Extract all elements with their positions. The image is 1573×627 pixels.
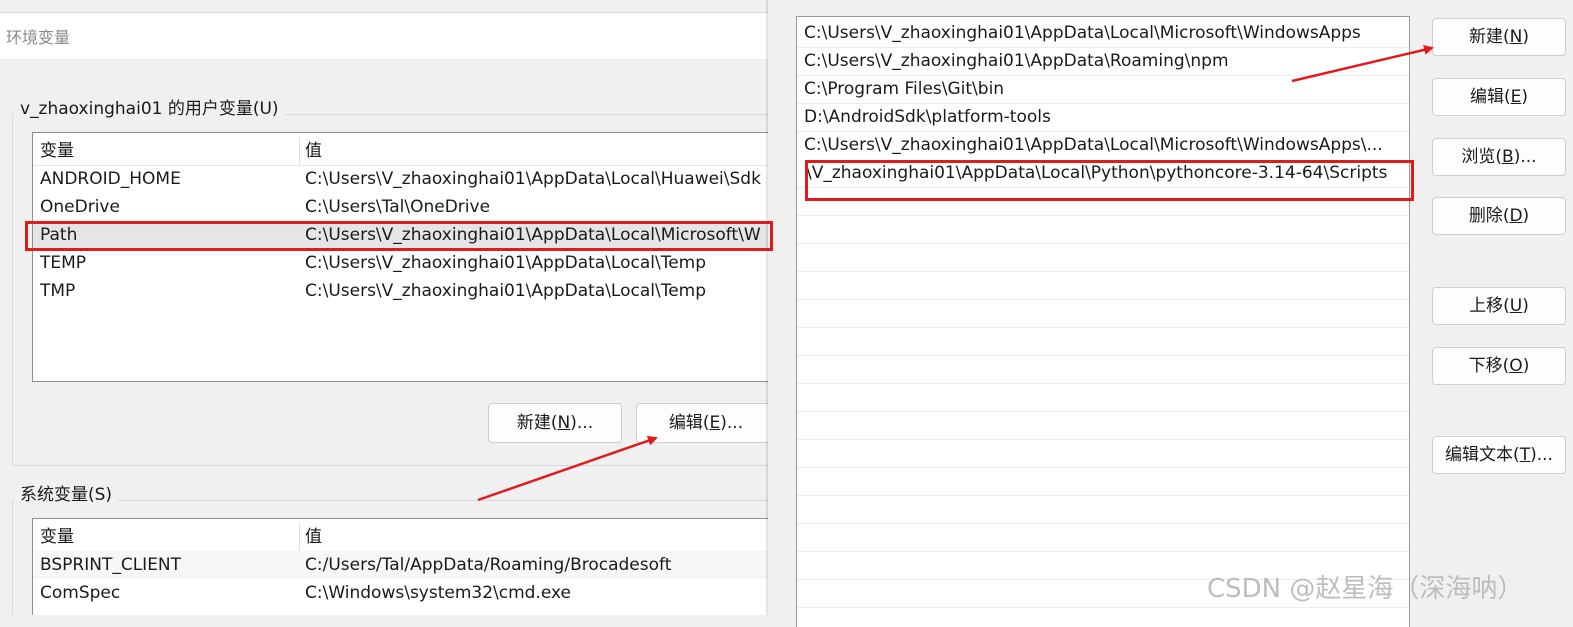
- system-variable-row-bsprint-client[interactable]: BSPRINT_CLIENT C:/Users/Tal/AppData/Roam…: [33, 551, 768, 579]
- path-entry[interactable]: C:\Users\V_zhaoxinghai01\AppData\Local\M…: [797, 19, 1409, 48]
- path-edit-button[interactable]: 编辑(E): [1432, 78, 1566, 116]
- user-variable-row-onedrive[interactable]: OneDrive C:\Users\Tal\OneDrive: [33, 193, 768, 221]
- variable-name: ComSpec: [40, 583, 121, 603]
- variable-value: C:\Users\V_zhaoxinghai01\AppData\Local\T…: [305, 281, 707, 301]
- user-variable-row-path[interactable]: Path C:\Users\V_zhaoxinghai01\AppData\Lo…: [33, 221, 768, 249]
- path-entry-empty[interactable]: [797, 439, 1409, 468]
- system-variables-header: 变量 值: [33, 523, 768, 552]
- path-entry-empty[interactable]: [797, 271, 1409, 300]
- variable-value: C:\Windows\system32\cmd.exe: [305, 583, 572, 603]
- variable-name: ANDROID_HOME: [40, 169, 181, 189]
- variable-value: C:\Users\V_zhaoxinghai01\AppData\Local\M…: [305, 225, 761, 245]
- variable-value: C:\Users\Tal\OneDrive: [305, 197, 491, 217]
- user-edit-button[interactable]: 编辑(E)...: [636, 403, 768, 443]
- path-entry-empty[interactable]: [797, 215, 1409, 244]
- path-browse-button[interactable]: 浏览(B)...: [1432, 138, 1566, 176]
- path-entry-empty[interactable]: [797, 523, 1409, 552]
- path-entry[interactable]: C:\Users\V_zhaoxinghai01\AppData\Local\M…: [797, 131, 1409, 160]
- path-entry-empty[interactable]: [797, 187, 1409, 216]
- path-entry-empty[interactable]: [797, 495, 1409, 524]
- column-header-variable[interactable]: 变量: [40, 523, 74, 551]
- column-header-variable[interactable]: 变量: [40, 137, 74, 165]
- system-variables-list[interactable]: 变量 值 BSPRINT_CLIENT C:/Users/Tal/AppData…: [32, 518, 768, 615]
- column-header-value[interactable]: 值: [305, 523, 322, 551]
- path-entry[interactable]: C:\Users\V_zhaoxinghai01\AppData\Roaming…: [797, 47, 1409, 76]
- system-variables-group-title: 系统变量(S): [14, 480, 119, 505]
- path-entry-empty[interactable]: [797, 383, 1409, 412]
- dialog-title: 环境变量: [6, 28, 71, 47]
- path-entries-list[interactable]: C:\Users\V_zhaoxinghai01\AppData\Local\M…: [796, 16, 1410, 627]
- path-entry-edit-input[interactable]: \V_zhaoxinghai01\AppData\Local\Python\py…: [806, 159, 1387, 187]
- user-variables-list[interactable]: 变量 值 ANDROID_HOME C:\Users\V_zhaoxinghai…: [32, 132, 768, 382]
- path-entry[interactable]: D:\AndroidSdk\platform-tools: [797, 103, 1409, 132]
- variable-name: TEMP: [40, 253, 87, 273]
- user-variable-row-android-home[interactable]: ANDROID_HOME C:\Users\V_zhaoxinghai01\Ap…: [33, 165, 768, 193]
- variable-name: BSPRINT_CLIENT: [40, 555, 182, 575]
- path-entry-empty[interactable]: [797, 355, 1409, 384]
- variable-name: OneDrive: [40, 197, 120, 217]
- title-bar: [0, 12, 768, 59]
- path-entry-empty[interactable]: [797, 467, 1409, 496]
- path-move-down-button[interactable]: 下移(O): [1432, 347, 1566, 385]
- variable-value: C:\Users\V_zhaoxinghai01\AppData\Local\H…: [305, 169, 761, 189]
- user-variable-row-tmp[interactable]: TMP C:\Users\V_zhaoxinghai01\AppData\Loc…: [33, 277, 768, 305]
- watermark: CSDN @赵星海（深海呐）: [1207, 574, 1524, 604]
- path-new-button[interactable]: 新建(N): [1432, 18, 1566, 56]
- user-variables-group-title: v_zhaoxinghai01 的用户变量(U): [14, 94, 285, 119]
- path-entry-empty[interactable]: [797, 243, 1409, 272]
- variable-name: TMP: [40, 281, 76, 301]
- path-entry[interactable]: C:\Program Files\Git\bin: [797, 75, 1409, 104]
- path-move-up-button[interactable]: 上移(U): [1432, 287, 1566, 325]
- edit-path-dialog: C:\Users\V_zhaoxinghai01\AppData\Local\M…: [768, 0, 1573, 627]
- column-divider[interactable]: [299, 137, 300, 165]
- path-delete-button[interactable]: 删除(D): [1432, 197, 1566, 235]
- path-entry-empty[interactable]: [797, 411, 1409, 440]
- path-edit-text-button[interactable]: 编辑文本(T)...: [1432, 436, 1566, 474]
- variable-value: C:\Users\V_zhaoxinghai01\AppData\Local\T…: [305, 253, 707, 273]
- user-variables-header: 变量 值: [33, 137, 768, 166]
- path-entry-empty[interactable]: [797, 327, 1409, 356]
- path-entry-empty[interactable]: [797, 299, 1409, 328]
- system-variable-row-comspec[interactable]: ComSpec C:\Windows\system32\cmd.exe: [33, 579, 768, 607]
- user-variable-row-temp[interactable]: TEMP C:\Users\V_zhaoxinghai01\AppData\Lo…: [33, 249, 768, 277]
- variable-value: C:/Users/Tal/AppData/Roaming/Brocadesoft: [305, 555, 672, 575]
- user-new-button[interactable]: 新建(N)...: [488, 403, 622, 443]
- variable-name: Path: [40, 225, 78, 245]
- column-header-value[interactable]: 值: [305, 137, 322, 165]
- column-divider[interactable]: [299, 523, 300, 551]
- path-entry-editing[interactable]: \V_zhaoxinghai01\AppData\Local\Python\py…: [797, 159, 1409, 188]
- environment-variables-dialog: 环境变量 v_zhaoxinghai01 的用户变量(U) 变量 值 ANDRO…: [0, 0, 768, 615]
